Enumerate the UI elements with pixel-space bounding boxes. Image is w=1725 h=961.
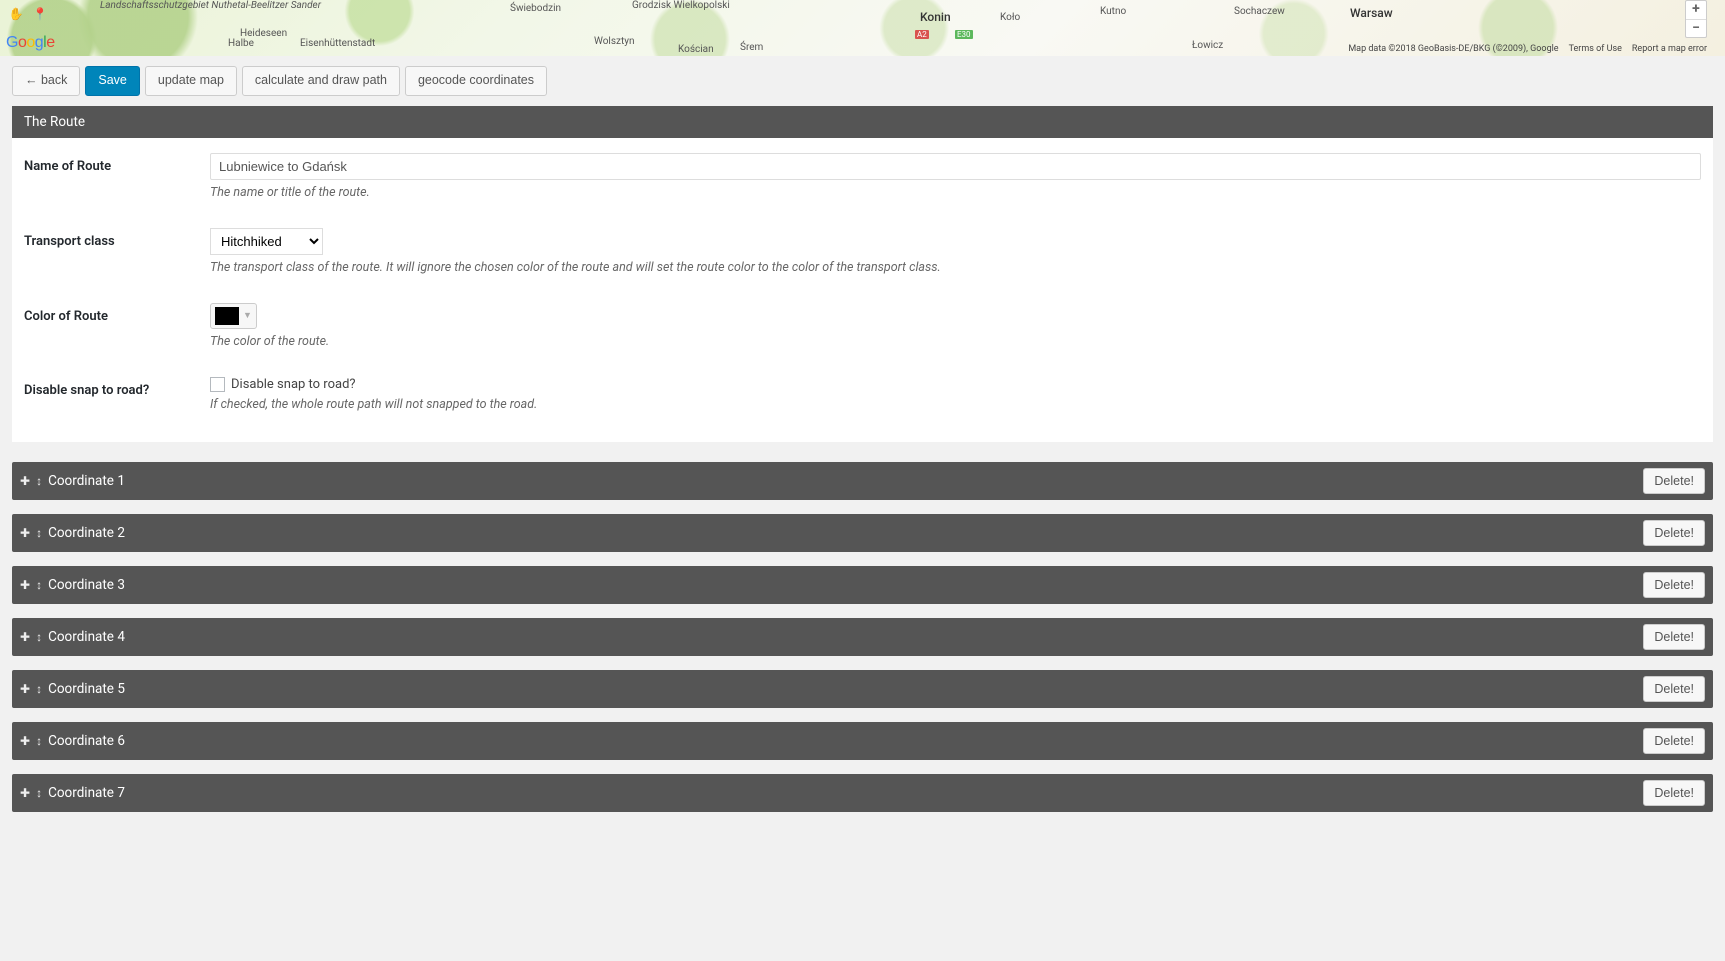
transport-label: Transport class: [24, 228, 210, 249]
map-city-label: Eisenhüttenstadt: [300, 38, 375, 49]
sort-icon[interactable]: ↕: [36, 630, 42, 644]
coordinate-title: Coordinate 2: [48, 525, 1643, 541]
snap-checkbox[interactable]: [210, 377, 225, 392]
move-icon[interactable]: ✚: [20, 630, 30, 644]
coordinate-title: Coordinate 4: [48, 629, 1643, 645]
map-city-label: Łowicz: [1192, 40, 1223, 51]
map-city-label: Warsaw: [1350, 6, 1393, 20]
color-picker[interactable]: ▼: [210, 303, 257, 329]
delete-button[interactable]: Delete!: [1643, 624, 1705, 650]
geocode-button[interactable]: geocode coordinates: [405, 66, 547, 96]
map-city-label: Kutno: [1100, 6, 1126, 17]
sort-icon[interactable]: ↕: [36, 682, 42, 696]
sort-icon[interactable]: ↕: [36, 786, 42, 800]
sort-icon[interactable]: ↕: [36, 734, 42, 748]
save-button[interactable]: Save: [85, 66, 140, 96]
coordinate-title: Coordinate 7: [48, 785, 1643, 801]
back-button[interactable]: ← back: [12, 66, 80, 96]
transport-select[interactable]: Hitchhiked: [210, 228, 323, 255]
move-icon[interactable]: ✚: [20, 682, 30, 696]
coordinate-handles: ✚↕: [20, 786, 42, 800]
move-icon[interactable]: ✚: [20, 578, 30, 592]
map-city-label: Śrem: [740, 42, 763, 53]
coordinate-bar[interactable]: ✚↕Coordinate 2Delete!: [12, 514, 1713, 552]
delete-button[interactable]: Delete!: [1643, 676, 1705, 702]
map-city-label: Grodzisk Wielkopolski: [632, 0, 730, 11]
map-attribution: Map data ©2018 GeoBasis-DE/BKG (©2009), …: [1348, 44, 1707, 54]
color-label: Color of Route: [24, 303, 210, 324]
move-icon[interactable]: ✚: [20, 734, 30, 748]
snap-checkbox-label: Disable snap to road?: [231, 377, 356, 392]
coordinate-bar[interactable]: ✚↕Coordinate 5Delete!: [12, 670, 1713, 708]
route-name-input[interactable]: [210, 153, 1701, 180]
road-sign: A2: [915, 30, 929, 39]
transport-desc: The transport class of the route. It wil…: [210, 260, 1701, 275]
move-icon[interactable]: ✚: [20, 526, 30, 540]
coordinate-handles: ✚↕: [20, 734, 42, 748]
map-city-label: Sochaczew: [1234, 6, 1285, 17]
move-icon[interactable]: ✚: [20, 786, 30, 800]
name-label: Name of Route: [24, 153, 210, 174]
google-logo: Google: [6, 34, 55, 52]
move-icon[interactable]: ✚: [20, 474, 30, 488]
map-city-label: Koło: [1000, 12, 1020, 23]
coordinate-bar[interactable]: ✚↕Coordinate 4Delete!: [12, 618, 1713, 656]
color-desc: The color of the route.: [210, 334, 1701, 349]
map-city-label: Landschaftsschutzgebiet Nuthetal-Beelitz…: [100, 0, 321, 11]
coordinate-bar[interactable]: ✚↕Coordinate 1Delete!: [12, 462, 1713, 500]
map-data-text: Map data ©2018 GeoBasis-DE/BKG (©2009), …: [1348, 44, 1558, 54]
map-city-label: Konin: [920, 10, 951, 24]
coordinate-title: Coordinate 1: [48, 473, 1643, 489]
snap-label: Disable snap to road?: [24, 377, 210, 398]
route-panel-title: The Route: [12, 106, 1713, 138]
zoom-in-button[interactable]: +: [1686, 1, 1706, 19]
report-link[interactable]: Report a map error: [1632, 44, 1707, 54]
terms-link[interactable]: Terms of Use: [1569, 44, 1622, 54]
pan-icon[interactable]: ✋: [6, 4, 26, 24]
map-city-label: Wolsztyn: [594, 36, 635, 47]
coordinate-title: Coordinate 3: [48, 577, 1643, 593]
field-transport: Transport class Hitchhiked The transport…: [24, 228, 1701, 275]
coordinate-handles: ✚↕: [20, 578, 42, 592]
delete-button[interactable]: Delete!: [1643, 520, 1705, 546]
coordinate-title: Coordinate 5: [48, 681, 1643, 697]
name-desc: The name or title of the route.: [210, 185, 1701, 200]
sort-icon[interactable]: ↕: [36, 474, 42, 488]
color-swatch: [215, 307, 239, 325]
coordinate-handles: ✚↕: [20, 630, 42, 644]
map[interactable]: Landschaftsschutzgebiet Nuthetal-Beelitz…: [0, 0, 1725, 56]
delete-button[interactable]: Delete!: [1643, 468, 1705, 494]
delete-button[interactable]: Delete!: [1643, 728, 1705, 754]
road-sign: E30: [955, 30, 973, 39]
route-panel: The Route Name of Route The name or titl…: [12, 106, 1713, 442]
delete-button[interactable]: Delete!: [1643, 572, 1705, 598]
field-name: Name of Route The name or title of the r…: [24, 153, 1701, 200]
coordinate-bar[interactable]: ✚↕Coordinate 7Delete!: [12, 774, 1713, 812]
coordinate-bar[interactable]: ✚↕Coordinate 6Delete!: [12, 722, 1713, 760]
coordinate-bar[interactable]: ✚↕Coordinate 3Delete!: [12, 566, 1713, 604]
sort-icon[interactable]: ↕: [36, 526, 42, 540]
marker-icon[interactable]: 📍: [30, 4, 50, 24]
map-tools: ✋ 📍: [6, 4, 50, 24]
delete-button[interactable]: Delete!: [1643, 780, 1705, 806]
map-city-label: Halbe: [228, 38, 254, 49]
snap-desc: If checked, the whole route path will no…: [210, 397, 1701, 412]
coordinate-handles: ✚↕: [20, 682, 42, 696]
zoom-out-button[interactable]: −: [1686, 19, 1706, 37]
coordinate-handles: ✚↕: [20, 526, 42, 540]
coordinate-title: Coordinate 6: [48, 733, 1643, 749]
map-city-label: Świebodzin: [510, 3, 561, 14]
field-snap: Disable snap to road? Disable snap to ro…: [24, 377, 1701, 412]
coordinate-handles: ✚↕: [20, 474, 42, 488]
coordinate-list: ✚↕Coordinate 1Delete!✚↕Coordinate 2Delet…: [12, 462, 1713, 812]
chevron-down-icon: ▼: [243, 310, 252, 321]
calculate-draw-button[interactable]: calculate and draw path: [242, 66, 400, 96]
map-city-label: Kościan: [678, 44, 714, 55]
field-color: Color of Route ▼ The color of the route.: [24, 303, 1701, 349]
map-zoom: + −: [1685, 0, 1707, 38]
sort-icon[interactable]: ↕: [36, 578, 42, 592]
update-map-button[interactable]: update map: [145, 66, 237, 96]
toolbar: ← back Save update map calculate and dra…: [0, 56, 1725, 106]
